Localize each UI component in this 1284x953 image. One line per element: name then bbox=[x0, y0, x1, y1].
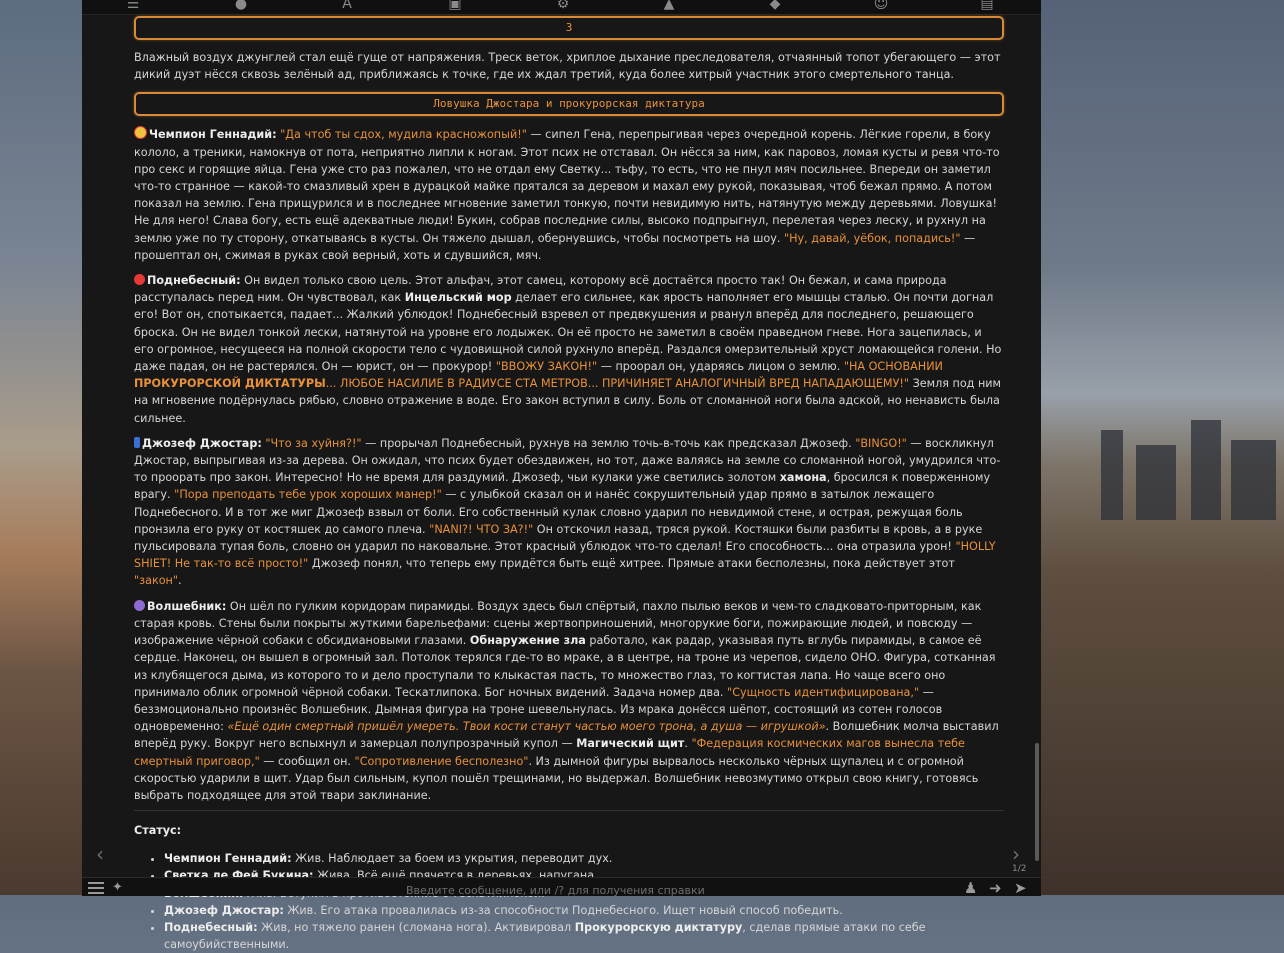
narration: — сообщил он. bbox=[259, 754, 355, 768]
ruin-shape bbox=[1101, 430, 1123, 520]
paragraph-wizard: Волшебник: Он шёл по гулким коридорам пи… bbox=[134, 598, 1004, 804]
status-title: Статус: bbox=[134, 824, 182, 838]
ruin-shape bbox=[1231, 440, 1276, 520]
quote: "BINGO!" bbox=[855, 436, 907, 450]
quote: ... ЛЮБОЕ НАСИЛИЕ В РАДИУСЕ СТА МЕТРОВ..… bbox=[325, 377, 910, 391]
status-item: Поднебесный: Жив, но тяжело ранен (слома… bbox=[164, 919, 1004, 953]
ruin-shape bbox=[1191, 420, 1221, 520]
status-text: Жив, но тяжело ранен (сломана нога). Акт… bbox=[257, 920, 575, 934]
continue-arrow-icon[interactable]: ➜ bbox=[989, 879, 1002, 897]
angry-face-icon bbox=[134, 274, 145, 286]
face-emoji-icon bbox=[134, 126, 147, 140]
quote: "ВВОЖУ ЗАКОН!" bbox=[495, 360, 598, 374]
status-item: Чемпион Геннадий: Жив. Наблюдает за боем… bbox=[164, 850, 1004, 867]
narration: — проорал он, ударяясь лицом о землю. bbox=[597, 360, 844, 374]
scrollbar-thumb[interactable] bbox=[1035, 743, 1039, 861]
swipe-counter: 1/2 bbox=[1012, 864, 1027, 874]
chapter-title-box: Ловушка Джостара и прокурорская диктатур… bbox=[134, 92, 1004, 117]
person-emoji-icon bbox=[134, 436, 140, 448]
id-card-icon[interactable]: ▤ bbox=[976, 0, 998, 11]
paragraph-podnebesny: Поднебесный: Он видел только свою цель. … bbox=[134, 272, 1004, 427]
quote: "Сопротивление бесполезно" bbox=[354, 754, 529, 768]
book-icon[interactable]: ▣ bbox=[444, 0, 466, 11]
ability-name: Обнаружение зла bbox=[469, 634, 586, 648]
character-name: Чемпион Геннадий: bbox=[149, 128, 277, 142]
quote: "НА ОСНОВАНИИ bbox=[843, 360, 943, 374]
input-bar: ✦ Введите сообщение, или /? для получени… bbox=[82, 877, 1041, 897]
magic-wand-icon[interactable]: ✦ bbox=[112, 880, 123, 895]
cubes-icon[interactable]: ◆ bbox=[764, 0, 786, 11]
quote: «Ещё один смертный пришёл умереть. Твои … bbox=[227, 720, 826, 734]
intro-paragraph: Влажный воздух джунглей стал ещё гуще от… bbox=[134, 51, 1001, 82]
quote: "Сущность идентифицирована," bbox=[727, 685, 920, 699]
status-item: Джозеф Джостар: Жив. Его атака провалила… bbox=[164, 902, 1004, 919]
user-icon[interactable]: ♟ bbox=[964, 879, 977, 897]
narration: . bbox=[178, 574, 182, 588]
sliders-icon[interactable]: ☰ bbox=[122, 0, 144, 11]
character-name: Джозеф Джостар: bbox=[164, 903, 284, 917]
narration: — сипел Гена, перепрыгивая через очередн… bbox=[134, 128, 1000, 245]
menu-icon[interactable] bbox=[88, 882, 104, 894]
narration: — прорычал Поднебесный, рухнув на землю … bbox=[361, 436, 856, 450]
character-name: Поднебесный: bbox=[147, 274, 241, 288]
chapter-number-box: 3 bbox=[134, 16, 1004, 40]
narration: Джозеф понял, что теперь ему придётся бы… bbox=[308, 557, 955, 571]
narration: . bbox=[684, 737, 692, 751]
quote: "NANI?! ЧТО ЗА?!" bbox=[429, 522, 534, 536]
user-gear-icon[interactable]: ⚙ bbox=[552, 0, 574, 11]
quote: "закон" bbox=[134, 574, 179, 588]
quote: "Что за хуйня?!" bbox=[265, 436, 362, 450]
background-right bbox=[1041, 0, 1284, 895]
ability-name: Прокурорскую диктатуру bbox=[574, 920, 743, 934]
top-toolbar: ☰ ● A ▣ ⚙ ▲ ◆ ☺ ▤ bbox=[82, 0, 1041, 15]
font-icon[interactable]: A bbox=[336, 0, 358, 11]
character-name: Поднебесный: bbox=[164, 920, 258, 934]
ability-name: ПРОКУРОРСКОЙ ДИКТАТУРЫ bbox=[134, 377, 326, 391]
image-icon[interactable]: ▲ bbox=[658, 0, 680, 11]
background-left bbox=[0, 0, 82, 895]
crystal-ball-icon bbox=[134, 599, 145, 611]
ability-name: Инцельский мор bbox=[404, 291, 512, 305]
divider bbox=[134, 810, 1004, 812]
character-name: Волшебник: bbox=[147, 599, 227, 613]
status-text: Жив. Наблюдает за боем из укрытия, перев… bbox=[291, 852, 613, 866]
quote: "Пора преподать тебе урок хороших манер!… bbox=[174, 488, 442, 502]
character-name: Джозеф Джостар: bbox=[142, 436, 262, 450]
character-name: Чемпион Геннадий: bbox=[164, 852, 292, 866]
ability-name: Магический щит bbox=[576, 737, 685, 751]
smiley-icon[interactable]: ☺ bbox=[870, 0, 892, 11]
ruin-shape bbox=[1136, 445, 1176, 520]
lightbulb-icon[interactable]: ● bbox=[230, 0, 252, 11]
paragraph-joseph: Джозеф Джостар: "Что за хуйня?!" — проры… bbox=[134, 435, 1004, 590]
message-input[interactable]: Введите сообщение, или /? для получения … bbox=[406, 884, 705, 897]
status-list: Чемпион Геннадий: Жив. Наблюдает за боем… bbox=[134, 850, 1004, 953]
paragraph-gennady: Чемпион Геннадий: "Да чтоб ты сдох, муди… bbox=[134, 126, 1004, 264]
ability-name: хамона bbox=[779, 471, 827, 485]
message-content: 3 Влажный воздух джунглей стал ещё гуще … bbox=[134, 16, 1004, 953]
quote: "Ну, давай, уёбок, попадись!" bbox=[783, 231, 961, 245]
status-text: Жив. Его атака провалилась из-за способн… bbox=[283, 903, 843, 917]
swipe-left-icon[interactable]: ‹ bbox=[96, 842, 104, 866]
chat-panel: ☰ ● A ▣ ⚙ ▲ ◆ ☺ ▤ 3 Влажный воздух джунг… bbox=[82, 0, 1041, 951]
swipe-right-icon[interactable]: › bbox=[1012, 842, 1020, 866]
send-icon[interactable]: ➤ bbox=[1014, 879, 1027, 897]
quote: "Да чтоб ты сдох, мудила красножопый!" bbox=[280, 128, 527, 142]
